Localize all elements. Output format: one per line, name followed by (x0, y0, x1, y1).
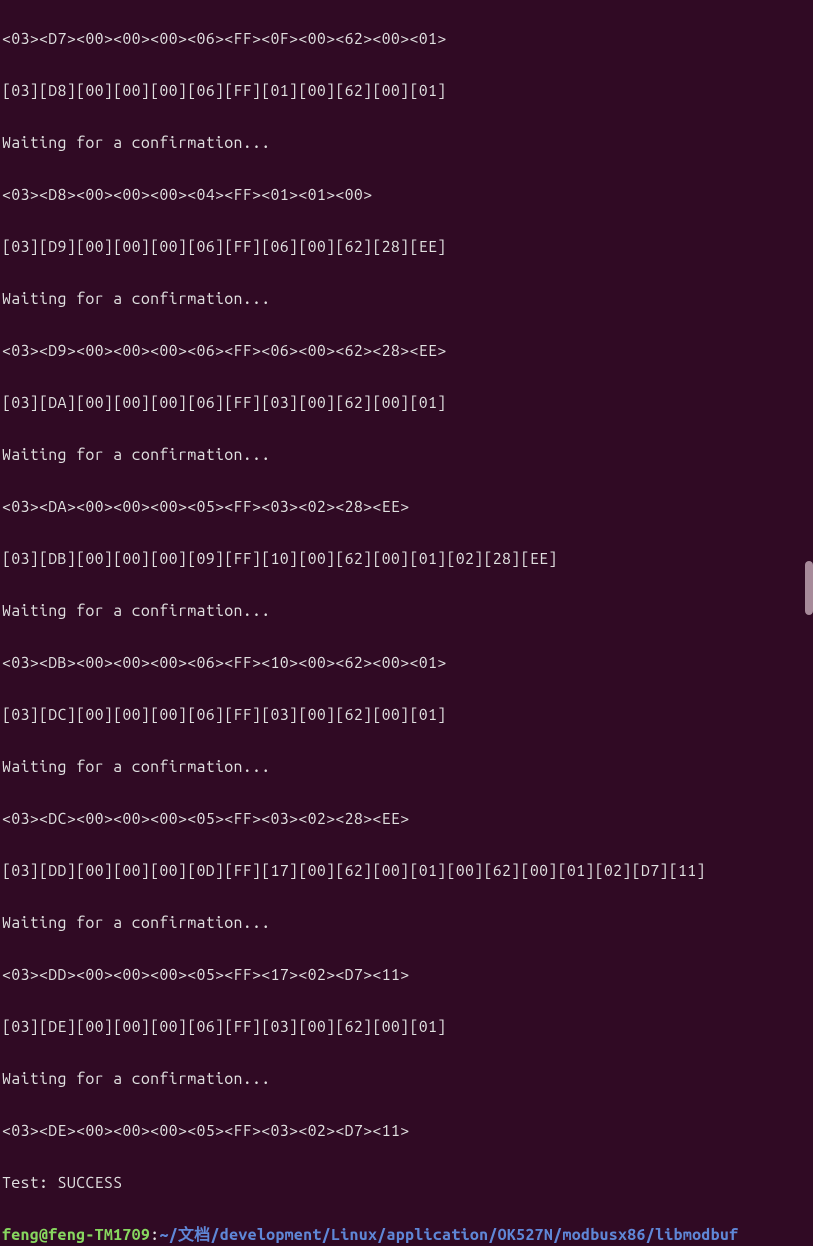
terminal-line: <03><DB><00><00><00><06><FF><10><00><62>… (2, 650, 813, 676)
terminal-line: <03><DA><00><00><00><05><FF><03><02><28>… (2, 494, 813, 520)
terminal-line: Waiting for a confirmation... (2, 1066, 813, 1092)
terminal-prompt[interactable]: feng@feng-TM1709:~/文档/development/Linux/… (2, 1222, 813, 1246)
terminal-line: [03][DD][00][00][00][0D][FF][17][00][62]… (2, 858, 813, 884)
terminal-line: <03><D8><00><00><00><04><FF><01><01><00> (2, 182, 813, 208)
terminal-line: <03><D7><00><00><00><06><FF><0F><00><62>… (2, 26, 813, 52)
terminal-line: [03][DB][00][00][00][09][FF][10][00][62]… (2, 546, 813, 572)
prompt-path: ~/文档/development/Linux/application/OK527… (159, 1226, 738, 1244)
terminal-line: <03><D9><00><00><00><06><FF><06><00><62>… (2, 338, 813, 364)
terminal-line: Waiting for a confirmation... (2, 442, 813, 468)
prompt-separator: : (150, 1226, 159, 1244)
terminal-line: Waiting for a confirmation... (2, 754, 813, 780)
terminal-line: <03><DC><00><00><00><05><FF><03><02><28>… (2, 806, 813, 832)
terminal-line: <03><DD><00><00><00><05><FF><17><02><D7>… (2, 962, 813, 988)
terminal-line: Waiting for a confirmation... (2, 286, 813, 312)
terminal-line: [03][DE][00][00][00][06][FF][03][00][62]… (2, 1014, 813, 1040)
prompt-user-host: feng@feng-TM1709 (2, 1226, 150, 1244)
terminal-line: Waiting for a confirmation... (2, 598, 813, 624)
scrollbar-thumb[interactable] (805, 561, 813, 615)
terminal-line: [03][DC][00][00][00][06][FF][03][00][62]… (2, 702, 813, 728)
terminal-line: [03][D9][00][00][00][06][FF][06][00][62]… (2, 234, 813, 260)
terminal-line: <03><DE><00><00><00><05><FF><03><02><D7>… (2, 1118, 813, 1144)
scrollbar[interactable] (803, 0, 813, 623)
terminal-line: [03][DA][00][00][00][06][FF][03][00][62]… (2, 390, 813, 416)
terminal-line: [03][D8][00][00][00][06][FF][01][00][62]… (2, 78, 813, 104)
terminal-output[interactable]: <03><D7><00><00><00><06><FF><0F><00><62>… (2, 0, 813, 1246)
terminal-line: Test: SUCCESS (2, 1170, 813, 1196)
terminal-line: Waiting for a confirmation... (2, 130, 813, 156)
terminal-line: Waiting for a confirmation... (2, 910, 813, 936)
